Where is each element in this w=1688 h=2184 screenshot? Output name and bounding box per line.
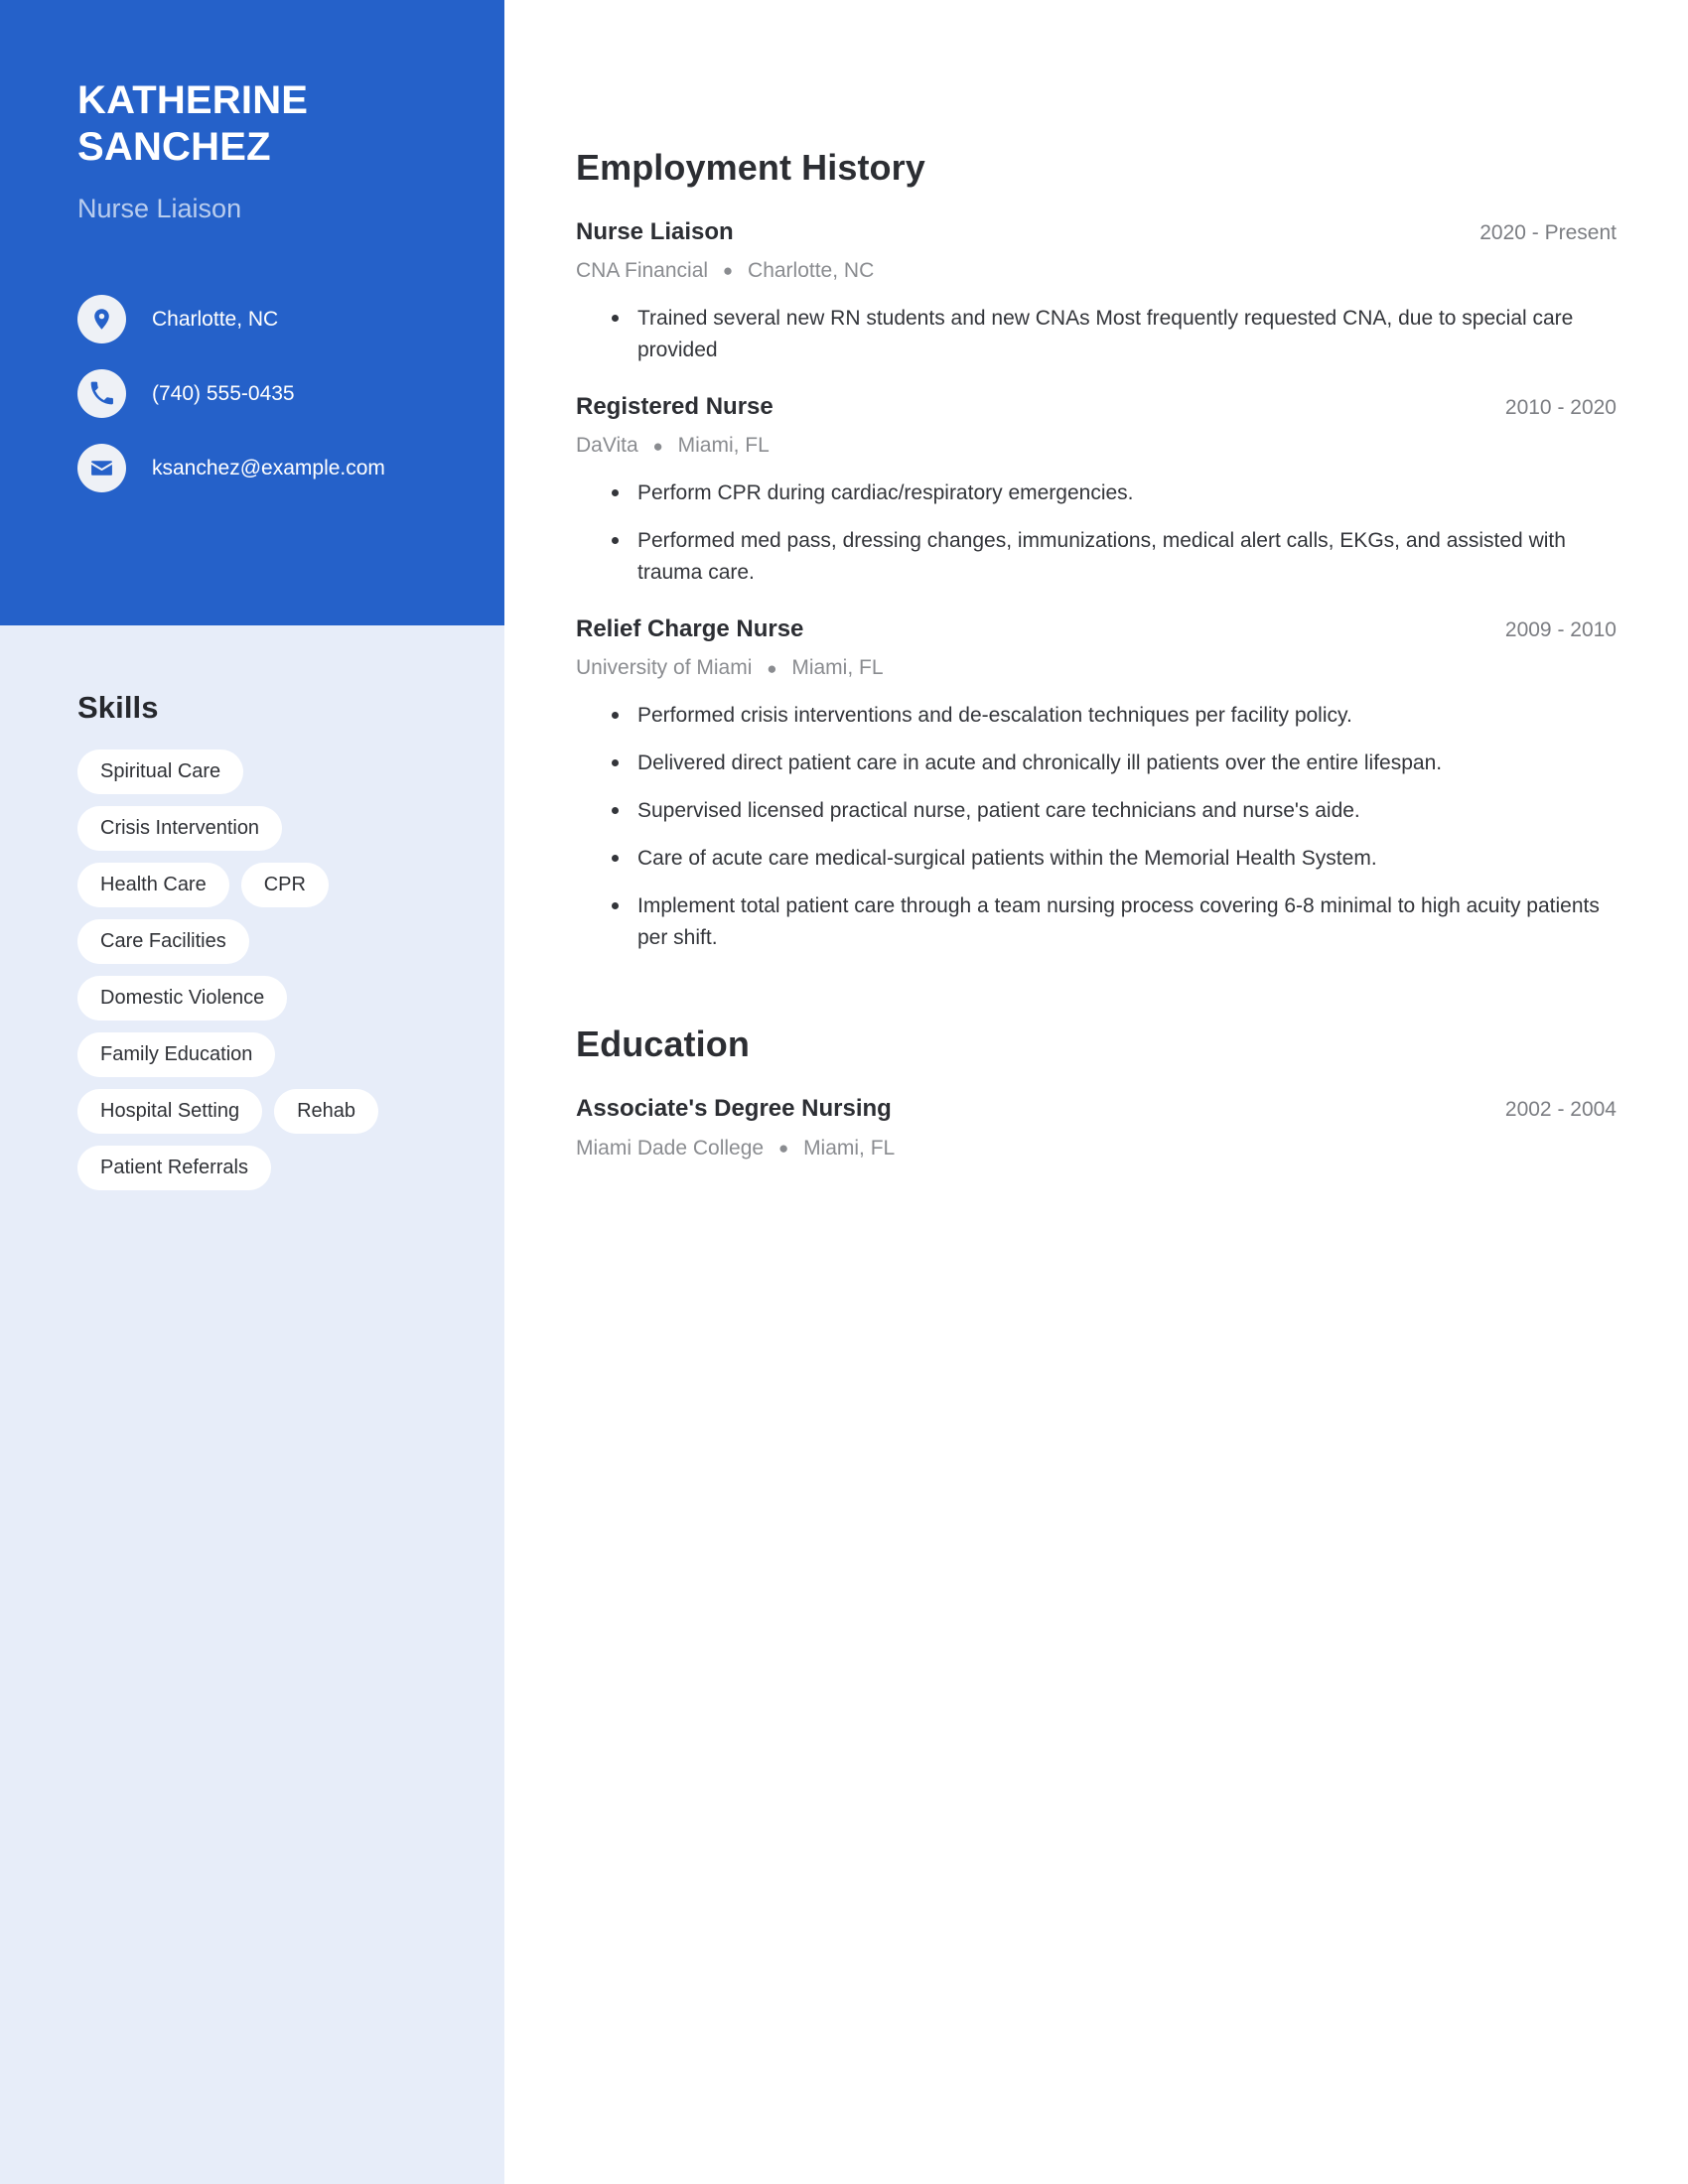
skill-pill[interactable]: CPR <box>240 863 329 907</box>
skill-row: Family Education <box>77 1032 465 1077</box>
bullet-separator-icon: ● <box>777 1139 789 1159</box>
employment-entry-header: Relief Charge Nurse 2009 - 2010 <box>576 614 1617 644</box>
employment-bullets: Perform CPR during cardiac/respiratory e… <box>576 478 1617 589</box>
employment-role: Nurse Liaison <box>576 218 734 245</box>
employment-bullet: Perform CPR during cardiac/respiratory e… <box>608 478 1617 509</box>
skill-pill[interactable]: Domestic Violence <box>77 976 288 1021</box>
skill-pill[interactable]: Hospital Setting <box>77 1089 263 1134</box>
education-school-location: Miami Dade College ● Miami, FL <box>576 1135 1617 1161</box>
employment-bullet: Performed crisis interventions and de-es… <box>608 700 1617 732</box>
employment-entry: Nurse Liaison 2020 - Present CNA Financi… <box>576 217 1617 366</box>
employment-company: University of Miami <box>576 656 753 680</box>
education-location: Miami, FL <box>803 1136 896 1160</box>
employment-location: Miami, FL <box>791 656 884 680</box>
employment-bullet: Delivered direct patient care in acute a… <box>608 748 1617 779</box>
employment-history-heading: Employment History <box>576 147 925 188</box>
education-section: Education Associate's Degree Nursing 200… <box>576 1024 1617 1161</box>
employment-bullets: Trained several new RN students and new … <box>576 303 1617 366</box>
employment-history-section: Employment History Nurse Liaison 2020 - … <box>576 147 1617 954</box>
education-school: Miami Dade College <box>576 1136 765 1160</box>
skill-pill[interactable]: Patient Referrals <box>77 1146 271 1190</box>
skills-pill-list: Spiritual Care Crisis Intervention Healt… <box>77 750 465 1190</box>
resume-page: KATHERINE SANCHEZ Nurse Liaison Charlott… <box>0 0 1688 2184</box>
employment-company-location: University of Miami ● Miami, FL <box>576 654 1617 681</box>
location-pin-icon <box>77 295 126 344</box>
bullet-separator-icon: ● <box>767 658 777 678</box>
employment-bullet: Care of acute care medical-surgical pati… <box>608 843 1617 875</box>
employment-company: CNA Financial <box>576 259 709 282</box>
candidate-job-title: Nurse Liaison <box>77 194 242 224</box>
contact-list: Charlotte, NC (740) 555-0435 ksanchez@ex… <box>77 291 445 497</box>
skill-row: Health Care CPR <box>77 863 465 907</box>
phone-icon <box>77 369 126 419</box>
skill-pill[interactable]: Rehab <box>274 1089 379 1134</box>
skill-pill[interactable]: Care Facilities <box>77 919 249 964</box>
employment-company: DaVita <box>576 434 638 458</box>
employment-role: Registered Nurse <box>576 393 774 421</box>
last-name: SANCHEZ <box>77 125 271 170</box>
employment-dates: 2020 - Present <box>1479 221 1617 244</box>
skill-row: Spiritual Care <box>77 750 465 794</box>
employment-entry: Registered Nurse 2010 - 2020 DaVita ● Mi… <box>576 392 1617 589</box>
skill-row: Domestic Violence <box>77 976 465 1021</box>
employment-company-location: DaVita ● Miami, FL <box>576 432 1617 459</box>
education-dates: 2002 - 2004 <box>1504 1097 1617 1121</box>
employment-bullet: Supervised licensed practical nurse, pat… <box>608 795 1617 827</box>
employment-bullet: Performed med pass, dressing changes, im… <box>608 525 1617 589</box>
first-name: KATHERINE <box>77 78 309 122</box>
sidebar: KATHERINE SANCHEZ Nurse Liaison Charlott… <box>0 0 504 2184</box>
skill-pill[interactable]: Health Care <box>77 863 229 907</box>
employment-bullet: Implement total patient care through a t… <box>608 890 1617 954</box>
skill-row: Patient Referrals <box>77 1146 465 1190</box>
employment-location: Miami, FL <box>677 434 770 458</box>
contact-item-email: ksanchez@example.com <box>77 440 445 497</box>
skill-pill[interactable]: Spiritual Care <box>77 750 244 794</box>
education-entry-header: Associate's Degree Nursing 2002 - 2004 <box>576 1094 1617 1124</box>
envelope-icon <box>77 444 126 493</box>
education-entry: Associate's Degree Nursing 2002 - 2004 M… <box>576 1094 1617 1161</box>
employment-bullet: Trained several new RN students and new … <box>608 303 1617 366</box>
contact-item-location: Charlotte, NC <box>77 291 445 348</box>
employment-company-location: CNA Financial ● Charlotte, NC <box>576 257 1617 284</box>
employment-dates: 2010 - 2020 <box>1504 396 1617 420</box>
contact-value-phone: (740) 555-0435 <box>152 382 295 406</box>
contact-item-phone: (740) 555-0435 <box>77 365 445 423</box>
skill-pill[interactable]: Family Education <box>77 1032 276 1077</box>
employment-role: Relief Charge Nurse <box>576 615 804 643</box>
employment-bullets: Performed crisis interventions and de-es… <box>576 700 1617 953</box>
contact-value-location: Charlotte, NC <box>152 308 279 332</box>
employment-entry-header: Registered Nurse 2010 - 2020 <box>576 392 1617 422</box>
skill-row: Hospital Setting Rehab <box>77 1089 465 1134</box>
employment-location: Charlotte, NC <box>748 259 875 282</box>
education-degree: Associate's Degree Nursing <box>576 1094 892 1122</box>
skill-pill[interactable]: Crisis Intervention <box>77 806 283 851</box>
employment-entry-header: Nurse Liaison 2020 - Present <box>576 217 1617 247</box>
employment-dates: 2009 - 2010 <box>1504 618 1617 642</box>
sidebar-header: KATHERINE SANCHEZ Nurse Liaison Charlott… <box>0 0 504 625</box>
skills-section: Skills Spiritual Care Crisis Interventio… <box>0 625 504 1202</box>
employment-entry: Relief Charge Nurse 2009 - 2010 Universi… <box>576 614 1617 954</box>
bullet-separator-icon: ● <box>652 436 663 456</box>
skills-heading: Skills <box>77 690 159 725</box>
skill-row: Care Facilities <box>77 919 465 964</box>
bullet-separator-icon: ● <box>722 261 734 281</box>
skill-row: Crisis Intervention <box>77 806 465 851</box>
education-heading: Education <box>576 1023 750 1064</box>
candidate-name: KATHERINE SANCHEZ <box>77 77 445 171</box>
main-content: Employment History Nurse Liaison 2020 - … <box>504 0 1688 2184</box>
contact-value-email: ksanchez@example.com <box>152 457 385 480</box>
